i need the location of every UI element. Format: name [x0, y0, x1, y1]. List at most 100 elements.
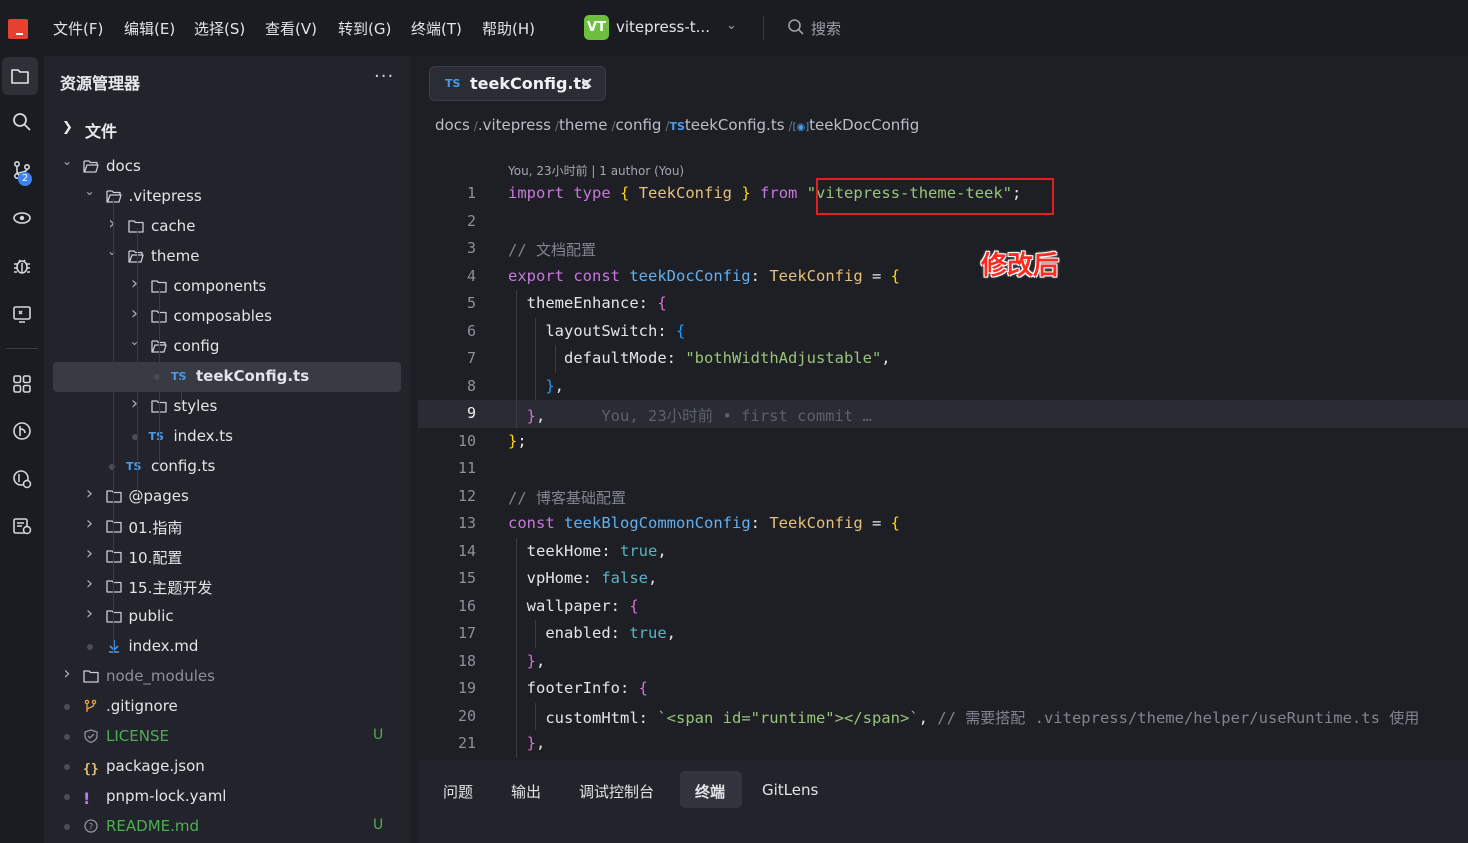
code-line[interactable]: 11 [418, 455, 1468, 483]
timeline-icon[interactable] [6, 415, 38, 447]
inline-blame[interactable]: You, 23小时前 • first commit … [601, 407, 871, 425]
code-line[interactable]: 14 teekHome: true, [418, 538, 1468, 566]
menu-terminal[interactable]: 终端(T) [411, 18, 462, 39]
code-line[interactable]: 16 wallpaper: { [418, 593, 1468, 621]
breadcrumb-item[interactable]: teekDocConfig [809, 116, 919, 134]
tree-item[interactable]: TS config.ts [53, 452, 401, 482]
tree-item[interactable]: ⌄ theme [53, 242, 401, 272]
tree-item[interactable]: › 10.配置 [53, 542, 401, 572]
tab-teekconfig[interactable]: TS teekConfig.ts × [429, 66, 606, 101]
chevron-right-icon[interactable]: › [61, 663, 73, 684]
chevron-down-icon[interactable]: ⌄ [61, 154, 73, 168]
code-line[interactable]: 21 }, [418, 730, 1468, 758]
project-badge[interactable]: VT [584, 15, 609, 40]
chevron-right-icon[interactable]: › [84, 483, 96, 504]
breadcrumb-item[interactable]: .vitepress [478, 116, 551, 134]
code-line[interactable]: 10}; [418, 428, 1468, 456]
commit-graph-icon[interactable] [6, 463, 38, 495]
chevron-right-icon[interactable]: › [84, 543, 96, 564]
chevron-down-icon[interactable]: ❯ [62, 120, 73, 135]
breadcrumb-item[interactable]: docs [435, 116, 470, 134]
code-line[interactable]: 13 const teekBlogCommonConfig: TeekConfig… [418, 510, 1468, 538]
chevron-right-icon[interactable]: › [129, 273, 141, 294]
tree-item[interactable]: ⌄ .vitepress [53, 182, 401, 212]
menu-go[interactable]: 转到(G) [338, 18, 391, 39]
test-icon[interactable] [6, 510, 38, 542]
project-name[interactable]: vitepress-t... [616, 18, 710, 36]
tree-item[interactable]: .gitignore [53, 692, 401, 722]
tree-item[interactable]: ⌄ docs [53, 152, 401, 182]
tree-item[interactable]: ! pnpm-lock.yaml [53, 782, 401, 812]
code-line[interactable]: 19 footerInfo: { [418, 675, 1468, 703]
files-section-header[interactable]: 文件 [85, 118, 117, 142]
chevron-down-icon[interactable]: ⌄ [84, 184, 96, 198]
menu-selection[interactable]: 选择(S) [194, 18, 245, 39]
tab-label: teekConfig.ts [470, 74, 591, 93]
menu-view[interactable]: 查看(V) [265, 18, 317, 39]
chevron-right-icon[interactable]: › [84, 513, 96, 534]
explorer-icon[interactable] [2, 57, 38, 95]
tree-item[interactable]: › components [53, 272, 401, 302]
tree-item[interactable]: › @pages [53, 482, 401, 512]
tree-item[interactable]: LICENSE U [53, 722, 401, 752]
chevron-right-icon[interactable]: › [84, 573, 96, 594]
tree-item[interactable]: TS index.ts [53, 422, 401, 452]
code-line[interactable]: 20 customHtml: `<span id="runtime"></spa… [418, 703, 1468, 731]
chevron-down-icon[interactable]: ⌄ [726, 18, 737, 33]
tree-item[interactable]: › 01.指南 [53, 512, 401, 542]
breadcrumb-item[interactable]: config [616, 116, 662, 134]
tree-item-label: components [173, 277, 267, 295]
extensions-icon[interactable] [6, 368, 38, 400]
chevron-right-icon[interactable]: › [106, 213, 118, 234]
code-line[interactable]: 6 layoutSwitch: { [418, 318, 1468, 346]
code-line[interactable]: 8 }, [418, 373, 1468, 401]
tree-item[interactable]: › composables [53, 302, 401, 332]
debug-icon[interactable] [6, 250, 38, 282]
tree-item[interactable]: › styles [53, 392, 401, 422]
code-line[interactable]: 5 themeEnhance: { [418, 290, 1468, 318]
code-line[interactable]: 4 export const teekDocConfig: TeekConfig … [418, 263, 1468, 291]
tree-item[interactable]: {} package.json [53, 752, 401, 782]
chevron-right-icon[interactable]: › [129, 393, 141, 414]
code-line[interactable]: 17 enabled: true, [418, 620, 1468, 648]
menu-file[interactable]: 文件(F) [53, 18, 103, 39]
code-line[interactable]: 12 // 博客基础配置 [418, 483, 1468, 511]
menu-help[interactable]: 帮助(H) [482, 18, 535, 39]
command-search[interactable]: 搜索 [811, 18, 841, 39]
code-line[interactable]: 18 }, [418, 648, 1468, 676]
tree-item[interactable]: › cache [53, 212, 401, 242]
breadcrumb-item[interactable]: theme [559, 116, 607, 134]
chevron-down-icon[interactable]: ⌄ [129, 334, 141, 348]
more-actions-icon[interactable]: ··· [374, 66, 394, 87]
code-line[interactable]: 9 }, You, 23小时前 • first commit … [418, 400, 1468, 428]
tree-item[interactable]: › node_modules [53, 662, 401, 692]
code-line[interactable]: 15 vpHome: false, [418, 565, 1468, 593]
chevron-right-icon[interactable]: › [84, 603, 96, 624]
remote-explorer-icon[interactable] [6, 298, 38, 330]
chevron-down-icon[interactable]: ⌄ [106, 244, 118, 258]
panel-tab-output[interactable]: 输出 [511, 781, 541, 802]
license-icon [83, 729, 99, 744]
tree-item[interactable]: TS teekConfig.ts [53, 362, 401, 392]
search-icon[interactable] [6, 106, 38, 138]
tree-item[interactable]: ⌄ config [53, 332, 401, 362]
line-number: 8 [466, 376, 476, 395]
breadcrumb-item[interactable]: teekConfig.ts [685, 116, 785, 134]
chevron-right-icon[interactable]: › [129, 303, 141, 324]
code-line[interactable]: 3 // 文档配置 [418, 235, 1468, 263]
panel-tab-problems[interactable]: 问题 [443, 781, 473, 802]
tree-item[interactable]: › public [53, 602, 401, 632]
code-line[interactable]: 7 defaultMode: "bothWidthAdjustable", [418, 345, 1468, 373]
search-icon[interactable] [787, 18, 805, 36]
panel-tab-debug-console[interactable]: 调试控制台 [579, 781, 654, 802]
panel-tab-terminal[interactable]: 终端 [695, 781, 725, 802]
gitlens-icon[interactable] [6, 202, 38, 234]
tree-item[interactable]: › 15.主题开发 [53, 572, 401, 602]
tree-item[interactable]: index.md [53, 632, 401, 662]
panel-tab-gitlens[interactable]: GitLens [762, 781, 818, 799]
codelens-blame[interactable]: You, 23小时前 | 1 author (You) [508, 162, 684, 179]
tree-item[interactable]: ? README.md U [53, 812, 401, 842]
menu-edit[interactable]: 编辑(E) [124, 18, 175, 39]
close-icon[interactable]: × [580, 73, 593, 92]
code-text: vpHome: false, [526, 569, 658, 587]
